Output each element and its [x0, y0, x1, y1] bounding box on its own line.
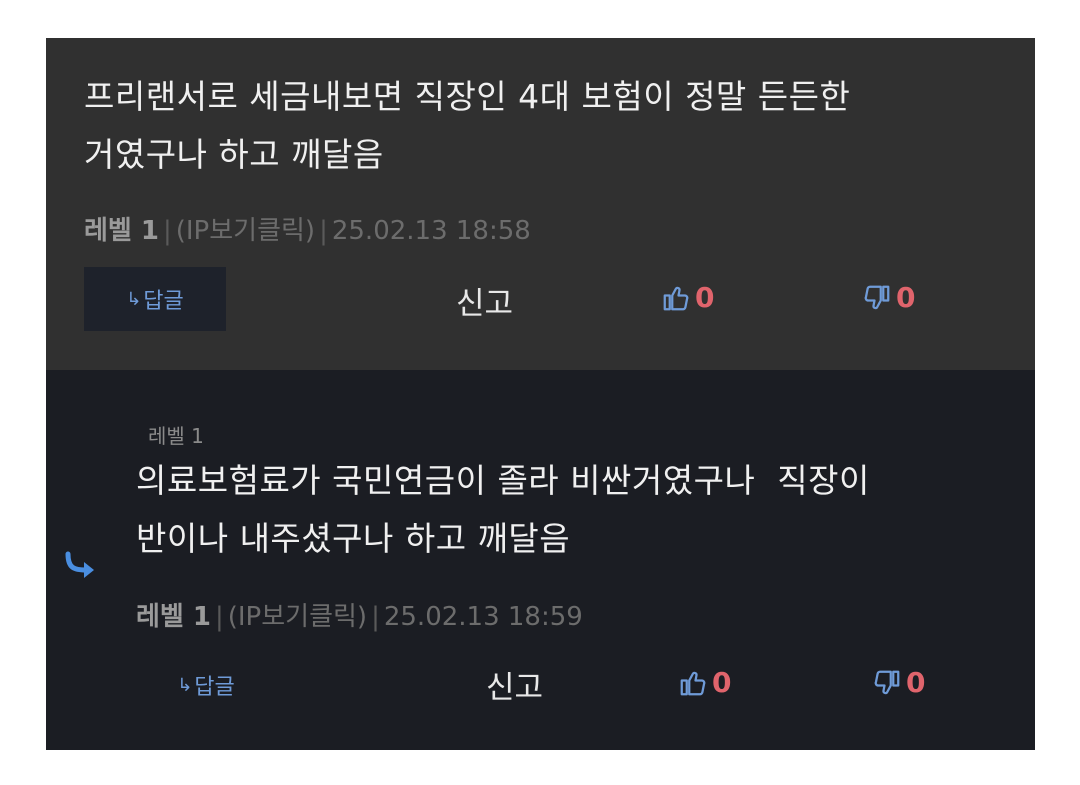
reply-button[interactable]: ↳ 답글: [84, 267, 226, 331]
meta-separator: |: [319, 216, 328, 246]
dislike-count: 0: [906, 666, 926, 699]
thumbs-up-icon: [680, 671, 706, 695]
reply-button-label: 답글: [194, 675, 235, 700]
thumbs-down-icon: [864, 285, 890, 309]
reply-body: 의료보험료가 국민연금이 졸라 비싼거였구나 직장이 반이나 내주셨구나 하고 …: [136, 461, 870, 558]
reply-meta: 레벨 1 | (IP보기클릭) | 25.02.13 18:59: [136, 596, 583, 633]
like-button[interactable]: 0: [678, 666, 731, 699]
thumbs-down-icon: [874, 670, 900, 694]
timestamp: 25.02.13 18:59: [383, 602, 583, 632]
timestamp: 25.02.13 18:58: [331, 216, 531, 246]
report-button[interactable]: 신고: [456, 278, 513, 323]
meta-separator: |: [162, 216, 172, 246]
like-button[interactable]: 0: [661, 281, 714, 314]
like-count: 0: [712, 666, 732, 699]
dislike-button[interactable]: 0: [872, 666, 925, 699]
comment-body: 프리랜서로 세금내보면 직장인 4대 보험이 정말 든든한 거였구나 하고 깨달…: [84, 77, 851, 174]
reply-arrow-icon: ↳: [177, 674, 193, 696]
user-level: 레벨 1: [84, 216, 159, 246]
reply-comment: 레벨 1 의료보험료가 국민연금이 졸라 비싼거였구나 직장이 반이나 내주셨구…: [46, 370, 1035, 750]
dislike-button[interactable]: 0: [862, 281, 915, 314]
ip-link[interactable]: (IP보기클릭): [176, 216, 315, 246]
comment-meta: 레벨 1 | (IP보기클릭) | 25.02.13 18:58: [84, 210, 531, 247]
comment: 프리랜서로 세금내보면 직장인 4대 보험이 정말 든든한 거였구나 하고 깨달…: [46, 38, 1035, 370]
dislike-count: 0: [896, 281, 916, 314]
reply-button[interactable]: ↳ 답글: [156, 660, 256, 710]
report-button[interactable]: 신고: [486, 662, 543, 707]
reply-arrow-icon: [65, 551, 94, 578]
ip-link[interactable]: (IP보기클릭): [228, 602, 367, 632]
like-count: 0: [695, 281, 715, 314]
user-level-small: 레벨 1: [148, 424, 204, 448]
reply-arrow-icon: ↳: [126, 288, 142, 310]
reply-button-label: 답글: [143, 289, 184, 314]
user-level: 레벨 1: [136, 602, 211, 632]
comment-thread: 프리랜서로 세금내보면 직장인 4대 보험이 정말 든든한 거였구나 하고 깨달…: [46, 38, 1035, 750]
meta-separator: |: [371, 602, 380, 632]
thumbs-up-icon: [663, 286, 689, 310]
meta-separator: |: [214, 602, 224, 632]
